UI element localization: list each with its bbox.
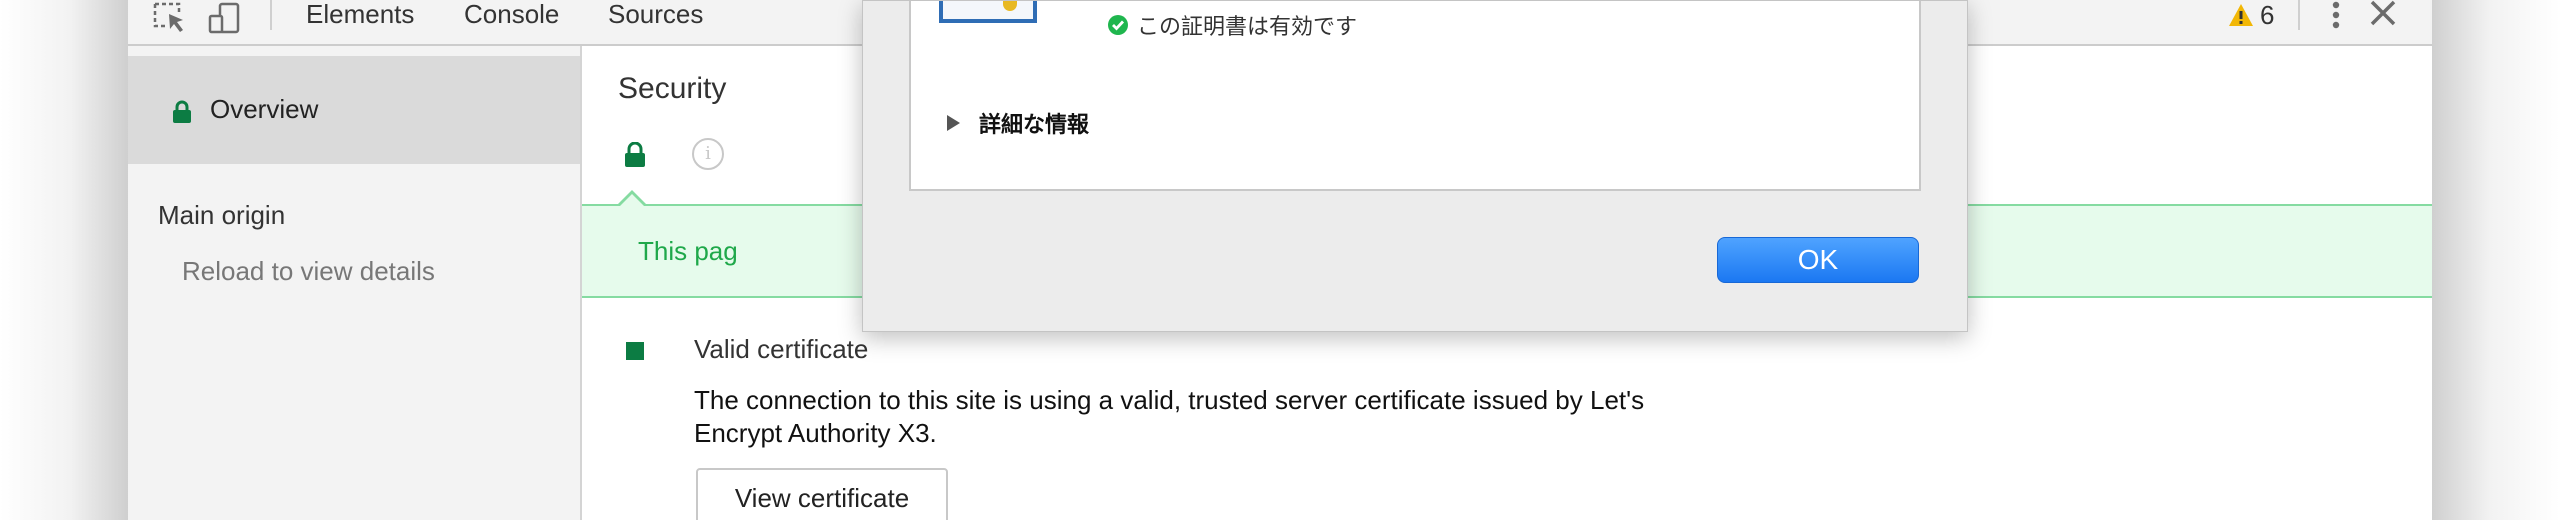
sidebar-item-overview[interactable]: Overview <box>128 56 580 164</box>
certificate-description: The connection to this site is using a v… <box>694 385 1645 448</box>
warning-count: 6 <box>2260 0 2275 30</box>
toolbar-separator <box>2298 0 2300 30</box>
certificate-valid-row: この証明書は有効です <box>1107 9 1357 41</box>
tab-sources[interactable]: Sources <box>608 0 703 28</box>
close-icon[interactable] <box>2368 0 2398 30</box>
valid-check-icon <box>1108 15 1128 35</box>
certificate-title: Valid certificate <box>694 334 869 364</box>
kebab-menu-icon[interactable] <box>2326 0 2346 36</box>
warning-icon <box>2229 4 2253 26</box>
details-disclosure[interactable]: 詳細な情報 <box>945 107 1089 139</box>
info-icon[interactable]: i <box>692 138 724 170</box>
warnings-counter[interactable]: 6 <box>2228 0 2274 30</box>
toolbar-separator <box>270 0 272 30</box>
main-origin-heading: Main origin <box>158 200 286 230</box>
lock-icon <box>172 100 192 129</box>
tab-elements[interactable]: Elements <box>306 0 414 28</box>
certificate-details-box: この証明書は有効です 詳細な情報 <box>909 1 1921 191</box>
certificate-valid-text: この証明書は有効です <box>1137 14 1358 39</box>
devtools-window: Elements Console Sources 6 Overview Main… <box>128 0 2432 520</box>
sidebar-item-label: Overview <box>210 94 319 124</box>
view-certificate-button[interactable]: View certificate <box>696 468 948 520</box>
disclosure-triangle-icon <box>947 115 960 131</box>
certificate-icon <box>939 1 1037 23</box>
inspect-element-icon[interactable] <box>150 0 190 36</box>
secure-lock-icon[interactable] <box>624 141 646 173</box>
banner-text: This pag <box>638 236 738 266</box>
banner-caret-fill <box>618 194 646 208</box>
reload-hint: Reload to view details <box>182 256 435 286</box>
tab-console[interactable]: Console <box>464 0 559 28</box>
page-title: Security <box>618 72 727 105</box>
security-sidebar: Overview Main origin Reload to view deta… <box>128 46 582 520</box>
device-toolbar-icon[interactable] <box>206 0 246 36</box>
secure-status-square-icon <box>626 342 644 360</box>
certificate-dialog: この証明書は有効です 詳細な情報 OK <box>862 0 1968 332</box>
details-label: 詳細な情報 <box>979 112 1090 137</box>
ok-button[interactable]: OK <box>1717 237 1919 283</box>
window-shadow-left <box>0 0 128 520</box>
window-shadow-right <box>2432 0 2560 520</box>
